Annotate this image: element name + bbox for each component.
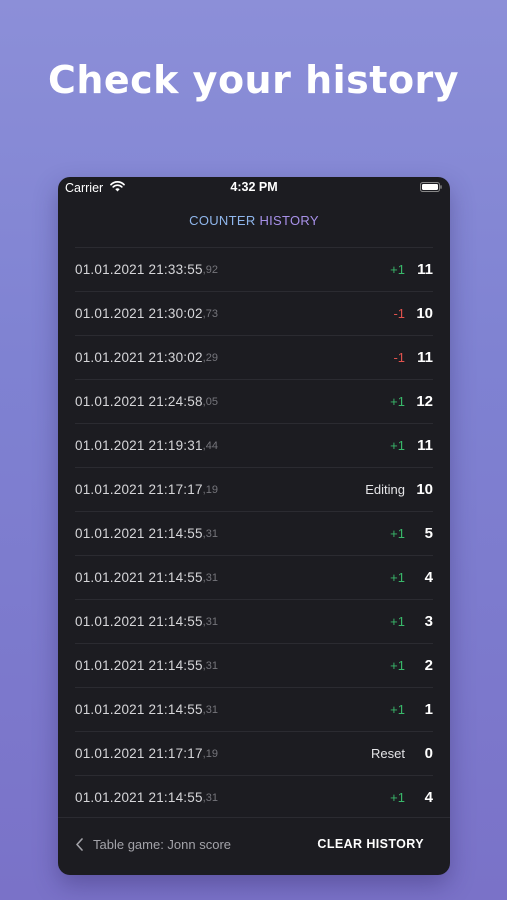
history-change: +1 [390, 702, 405, 717]
history-row: 01.01.2021 21:14:55,31 +1 3 [75, 599, 433, 643]
history-timestamp: 01.01.2021 21:14:55 [75, 702, 203, 717]
history-milliseconds: ,19 [202, 483, 218, 496]
page-title: COUNTER HISTORY [58, 213, 450, 228]
footer-bar: Table game: Jonn score CLEAR HISTORY [58, 817, 450, 875]
history-value: 5 [424, 525, 433, 542]
history-value: 11 [417, 349, 433, 366]
history-value: 3 [424, 613, 433, 630]
history-milliseconds: ,73 [202, 307, 218, 320]
history-milliseconds: ,31 [202, 571, 218, 584]
history-row: 01.01.2021 21:14:55,31 +1 4 [75, 775, 433, 819]
history-timestamp: 01.01.2021 21:14:55 [75, 658, 203, 673]
history-timestamp: 01.01.2021 21:19:31 [75, 438, 203, 453]
back-button-label: Table game: Jonn score [93, 837, 232, 852]
history-value: 4 [424, 569, 433, 586]
history-milliseconds: ,31 [202, 615, 218, 628]
history-value: 10 [416, 305, 433, 322]
status-time: 4:32 PM [230, 180, 278, 194]
history-list[interactable]: 01.01.2021 21:33:55,92 +1 11 01.01.2021 21:… [75, 247, 433, 819]
chevron-left-icon [76, 838, 83, 851]
history-timestamp: 01.01.2021 21:17:17 [75, 482, 203, 497]
history-value: 4 [424, 789, 433, 806]
history-row: 01.01.2021 21:24:58,05 +1 12 [75, 379, 433, 423]
page-title-part2: HISTORY [259, 213, 319, 228]
history-change: -1 [393, 306, 405, 321]
status-bar: Carrier 4:32 PM [58, 177, 450, 199]
history-timestamp: 01.01.2021 21:24:58 [75, 394, 203, 409]
history-row: 01.01.2021 21:17:17,19 Reset 0 [75, 731, 433, 775]
history-milliseconds: ,29 [202, 351, 218, 364]
history-change: +1 [390, 570, 405, 585]
history-timestamp: 01.01.2021 21:33:55 [75, 262, 203, 277]
history-row: 01.01.2021 21:14:55,31 +1 1 [75, 687, 433, 731]
history-milliseconds: ,31 [202, 527, 218, 540]
history-change: +1 [390, 394, 405, 409]
history-change: +1 [390, 262, 405, 277]
history-row: 01.01.2021 21:30:02,73 -1 10 [75, 291, 433, 335]
history-timestamp: 01.01.2021 21:14:55 [75, 790, 203, 805]
history-change: Reset [371, 746, 405, 761]
history-value: 11 [417, 261, 433, 278]
page-title-part1: COUNTER [189, 213, 260, 228]
history-milliseconds: ,05 [202, 395, 218, 408]
history-row: 01.01.2021 21:17:17,19 Editing 10 [75, 467, 433, 511]
history-milliseconds: ,31 [202, 703, 218, 716]
history-change: +1 [390, 614, 405, 629]
clear-history-button[interactable]: CLEAR HISTORY [317, 837, 424, 851]
history-timestamp: 01.01.2021 21:14:55 [75, 526, 203, 541]
history-change: Editing [365, 482, 405, 497]
history-row: 01.01.2021 21:30:02,29 -1 11 [75, 335, 433, 379]
history-value: 0 [424, 745, 433, 762]
history-row: 01.01.2021 21:14:55,31 +1 4 [75, 555, 433, 599]
phone-screen: Carrier 4:32 PM COUNTER HISTORY 01.01.20… [58, 177, 450, 875]
battery-icon [420, 182, 442, 192]
history-value: 11 [417, 437, 433, 454]
history-change: +1 [390, 658, 405, 673]
back-button[interactable]: Table game: Jonn score [75, 837, 231, 852]
history-change: +1 [390, 438, 405, 453]
history-change: +1 [390, 526, 405, 541]
history-value: 1 [424, 701, 433, 718]
history-row: 01.01.2021 21:14:55,31 +1 2 [75, 643, 433, 687]
history-change: -1 [393, 350, 405, 365]
history-timestamp: 01.01.2021 21:14:55 [75, 570, 203, 585]
history-timestamp: 01.01.2021 21:14:55 [75, 614, 203, 629]
history-milliseconds: ,19 [202, 747, 218, 760]
history-value: 12 [416, 393, 433, 410]
history-value: 10 [416, 481, 433, 498]
history-row: 01.01.2021 21:14:55,31 +1 5 [75, 511, 433, 555]
history-change: +1 [390, 790, 405, 805]
history-milliseconds: ,31 [202, 791, 218, 804]
headline: Check your history [47, 58, 460, 102]
history-milliseconds: ,92 [202, 263, 218, 276]
history-timestamp: 01.01.2021 21:30:02 [75, 306, 203, 321]
history-value: 2 [424, 657, 433, 674]
history-timestamp: 01.01.2021 21:30:02 [75, 350, 203, 365]
history-row: 01.01.2021 21:19:31,44 +1 11 [75, 423, 433, 467]
history-milliseconds: ,44 [202, 439, 218, 452]
history-row: 01.01.2021 21:33:55,92 +1 11 [75, 247, 433, 291]
history-milliseconds: ,31 [202, 659, 218, 672]
history-timestamp: 01.01.2021 21:17:17 [75, 746, 203, 761]
